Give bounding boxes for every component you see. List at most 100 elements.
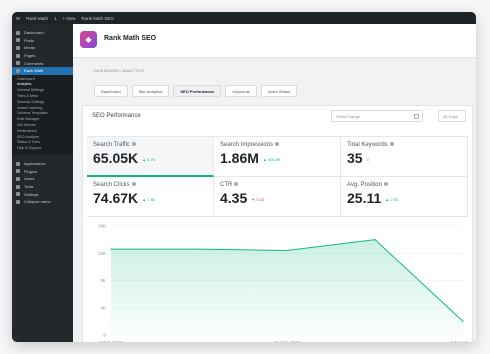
sidebar-subitem[interactable]: Help & Support [12, 146, 73, 152]
sidebar-item-label: Posts [24, 37, 35, 43]
series-area [111, 239, 463, 335]
menu-icon [16, 199, 20, 204]
date-range-picker[interactable]: Select Range [331, 110, 423, 122]
x-tick-label: 7 Oct, 2020 [99, 340, 123, 342]
menu-icon [16, 184, 20, 189]
admin-bar-item[interactable]: Rank Math SEO [81, 16, 114, 21]
sidebar-item-label: Collapse menu [24, 199, 51, 205]
metric-card[interactable]: Search Impressions 1.86M ▲ 300.9K [214, 137, 341, 177]
metric-card[interactable]: Search Traffic 65.05K ▲ 5.7K [87, 137, 214, 177]
admin-bar: W Rank Math 1 + New Rank Math SEO [12, 12, 476, 24]
tab-keywords[interactable]: Keywords [225, 85, 257, 97]
calendar-icon [414, 114, 419, 119]
metric-value: 74.67K [93, 190, 139, 206]
menu-icon [16, 68, 20, 73]
menu-icon [16, 38, 20, 43]
metric-value-row: 74.67K ▲ 7.6K [93, 190, 213, 206]
menu-icon [16, 192, 20, 197]
page-title: Rank Math SEO [104, 35, 157, 42]
metrics-grid: Search Traffic 65.05K ▲ 5.7K Search Impress… [87, 136, 468, 217]
admin-bar-item[interactable]: Rank Math [26, 16, 48, 21]
metric-delta: ▲ 300.9K [262, 156, 281, 162]
data-point [462, 320, 464, 322]
metric-label-text: CTR [220, 182, 233, 188]
sidebar-item[interactable]: Appearance [12, 160, 73, 168]
menu-icon [16, 53, 20, 58]
menu-icon [16, 30, 20, 35]
sidebar-item[interactable]: Users [12, 175, 73, 183]
metric-label-text: Search Impressions [220, 142, 274, 148]
info-icon [131, 182, 136, 187]
metric-label-text: Total Keywords [347, 142, 388, 148]
sidebar-item[interactable]: Plugins [12, 168, 73, 176]
tab-site-analytics[interactable]: Site Analytics [131, 85, 170, 97]
metric-card[interactable]: Total Keywords 35 0 [341, 137, 468, 177]
metric-card[interactable]: Search Clicks 74.67K ▲ 7.6K [87, 177, 214, 217]
sidebar-item-label: Settings [24, 191, 39, 197]
tab-index-status[interactable]: Index Status [260, 85, 298, 97]
x-tick-label: 19 Oct, 2020 [274, 340, 300, 342]
y-tick-label: 16K [98, 224, 106, 229]
admin-bar-item[interactable]: + New [63, 16, 76, 21]
tab-seo-performance[interactable]: SEO Performance [173, 85, 222, 97]
data-point [374, 239, 376, 241]
sidebar-item-label: Users [24, 176, 35, 182]
date-range-placeholder: Select Range [336, 113, 361, 119]
sidebar-item[interactable]: Posts [12, 37, 73, 45]
y-tick-label: 0 [103, 333, 106, 338]
metric-delta: ▲ 2.53 [385, 196, 399, 202]
analytics-tabs: Dashboard Site Analytics SEO Performance Ke… [94, 85, 298, 97]
info-icon [234, 182, 239, 187]
period-select[interactable]: 30 Days [438, 110, 466, 122]
admin-bar-item[interactable]: W [16, 16, 20, 21]
rank-math-logo-icon: ◆ [80, 31, 97, 48]
metric-value: 1.86M [220, 150, 259, 166]
sidebar-item-label: Appearance [24, 161, 46, 167]
metric-value: 4.35 [220, 190, 248, 206]
sidebar-item[interactable]: Settings [12, 190, 73, 198]
sidebar-item-label: Media [24, 45, 35, 51]
sidebar-item[interactable]: Collapse menu [12, 198, 73, 206]
metric-value: 25.11 [347, 190, 382, 206]
menu-icon [16, 61, 20, 66]
seo-performance-panel: SEO Performance Select Range 30 Days Sea… [82, 105, 473, 342]
sidebar-item[interactable]: Pages [12, 52, 73, 60]
sidebar-item[interactable]: Dashboard [12, 29, 73, 37]
breadcrumb: DASHBOARD / ANALYTICS [94, 68, 145, 73]
traffic-area-chart: 0 4K 8K 12K 16K 7 Oct, 2020 19 Oct, 2020 1 Nov,… [98, 224, 468, 343]
sidebar-item[interactable]: Rank Math [12, 66, 73, 75]
metric-value: 35 [347, 150, 363, 166]
info-icon [389, 142, 394, 147]
metric-value: 65.05K [93, 150, 139, 166]
metric-label: CTR [220, 182, 340, 188]
screenshot-frame: W Rank Math 1 + New Rank Math SEO Dashboard P… [12, 12, 476, 342]
data-point [110, 248, 112, 250]
admin-sidebar: Dashboard Posts Media Pages Comments Rank Mat… [12, 24, 73, 342]
y-tick-label: 12K [98, 251, 106, 256]
metric-card[interactable]: Avg. Position 25.11 ▲ 2.53 [341, 177, 468, 217]
metric-delta: ▲ 5.7K [142, 156, 156, 162]
admin-bar-item[interactable]: 1 [54, 16, 57, 21]
sidebar-item-label: Plugins [24, 168, 38, 174]
sidebar-item[interactable]: Comments [12, 59, 73, 67]
metric-label-text: Search Clicks [93, 182, 130, 188]
metric-card[interactable]: CTR 4.35 ▼ 0.32 [214, 177, 341, 217]
x-tick-label: 1 Nov, 2020 [451, 340, 468, 342]
info-icon [275, 142, 280, 147]
sidebar-item-label: Comments [24, 60, 44, 66]
period-select-value: 30 Days [443, 113, 458, 119]
menu-icon [16, 45, 20, 50]
y-tick-label: 4K [100, 305, 106, 310]
tab-dashboard[interactable]: Dashboard [94, 85, 128, 97]
sidebar-item[interactable]: Media [12, 44, 73, 52]
metric-delta: ▲ 7.6K [142, 196, 156, 202]
metric-value-row: 4.35 ▼ 0.32 [220, 190, 340, 206]
sidebar-item-label: Pages [24, 53, 36, 59]
main-content: ◆ Rank Math SEO DASHBOARD / ANALYTICS Da… [73, 24, 476, 342]
metric-label: Total Keywords [347, 142, 467, 148]
sidebar-item-label: Tools [24, 184, 34, 189]
metric-value-row: 35 0 [347, 150, 467, 166]
sidebar-item-label: Dashboard [24, 30, 44, 36]
metric-value-row: 1.86M ▲ 300.9K [220, 150, 340, 166]
sidebar-item[interactable]: Tools [12, 183, 73, 191]
